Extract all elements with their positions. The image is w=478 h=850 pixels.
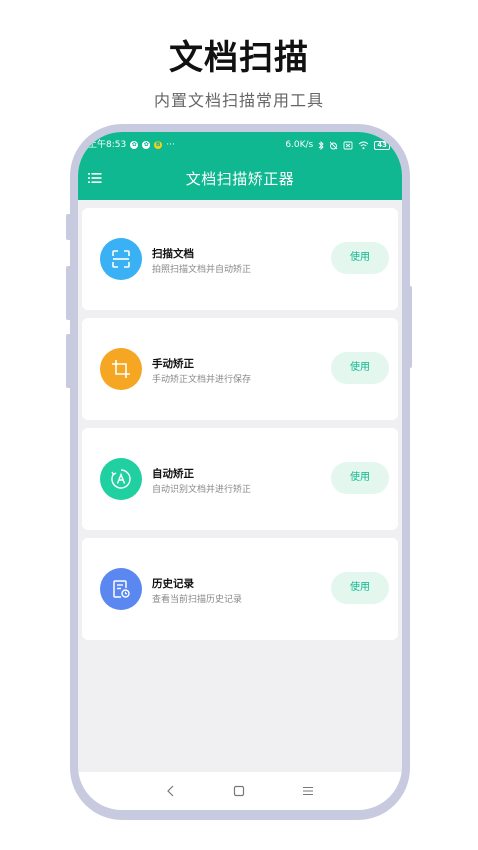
card-title: 扫描文档: [152, 248, 194, 260]
card-description: 手动矫正文档并进行保存: [152, 375, 252, 385]
card-title: 手动矫正: [152, 358, 194, 370]
phone-screen: 上午8:53 ✿ ✿ B ··· 6.0K/s 43 文档扫描矫正器 扫描文档 …: [78, 132, 402, 810]
notification-badge-icon: ✿: [130, 141, 139, 149]
card-description: 查看当前扫描历史记录: [152, 595, 243, 605]
menu-icon[interactable]: [301, 784, 315, 798]
alarm-off-icon: [329, 141, 338, 149]
status-bar: 上午8:53 ✿ ✿ B ··· 6.0K/s 43: [78, 138, 402, 152]
use-button[interactable]: 使用: [331, 462, 389, 494]
use-button[interactable]: 使用: [331, 242, 389, 274]
status-left: 上午8:53 ✿ ✿ B ···: [88, 138, 175, 152]
header-title: 文档扫描矫正器: [185, 170, 295, 188]
scan-frame-icon: [100, 238, 142, 280]
bluetooth-icon: [318, 140, 324, 150]
card-description: 拍照扫描文档并自动矫正: [152, 265, 252, 275]
network-speed: 6.0K/s: [285, 140, 314, 150]
status-more: ···: [166, 140, 175, 150]
app-header: 上午8:53 ✿ ✿ B ··· 6.0K/s 43 文档扫描矫正器: [78, 132, 402, 200]
volume-button-upper: [66, 266, 72, 320]
card-scan-document[interactable]: 扫描文档 拍照扫描文档并自动矫正 使用: [82, 208, 398, 310]
status-time: 上午8:53: [88, 140, 127, 150]
notification-badge-icon: ✿: [142, 141, 151, 149]
status-right: 6.0K/s 43: [285, 138, 390, 152]
card-manual-correction[interactable]: 手动矫正 手动矫正文档并进行保存 使用: [82, 318, 398, 420]
promo-title: 文档扫描: [169, 38, 309, 78]
volume-button-small: [66, 214, 72, 240]
history-document-icon: [100, 568, 142, 610]
promo-subtitle: 内置文档扫描常用工具: [153, 91, 324, 110]
card-title: 历史记录: [152, 578, 194, 590]
power-button: [406, 286, 412, 368]
battery-icon: 43: [374, 140, 390, 150]
use-button[interactable]: 使用: [331, 572, 389, 604]
notification-badge-icon: B: [154, 141, 163, 149]
crop-icon: [100, 348, 142, 390]
wifi-icon: [358, 141, 369, 149]
auto-a-icon: [100, 458, 142, 500]
use-button[interactable]: 使用: [331, 352, 389, 384]
home-icon[interactable]: [232, 784, 246, 798]
system-nav-bar: [78, 772, 402, 810]
card-history[interactable]: 历史记录 查看当前扫描历史记录 使用: [82, 538, 398, 640]
card-title: 自动矫正: [152, 468, 194, 480]
card-auto-correction[interactable]: 自动矫正 自动识别文档并进行矫正 使用: [82, 428, 398, 530]
sim-icon: [343, 141, 353, 149]
card-description: 自动识别文档并进行矫正: [152, 485, 252, 495]
volume-button-lower: [66, 334, 72, 388]
back-icon[interactable]: [164, 784, 178, 798]
